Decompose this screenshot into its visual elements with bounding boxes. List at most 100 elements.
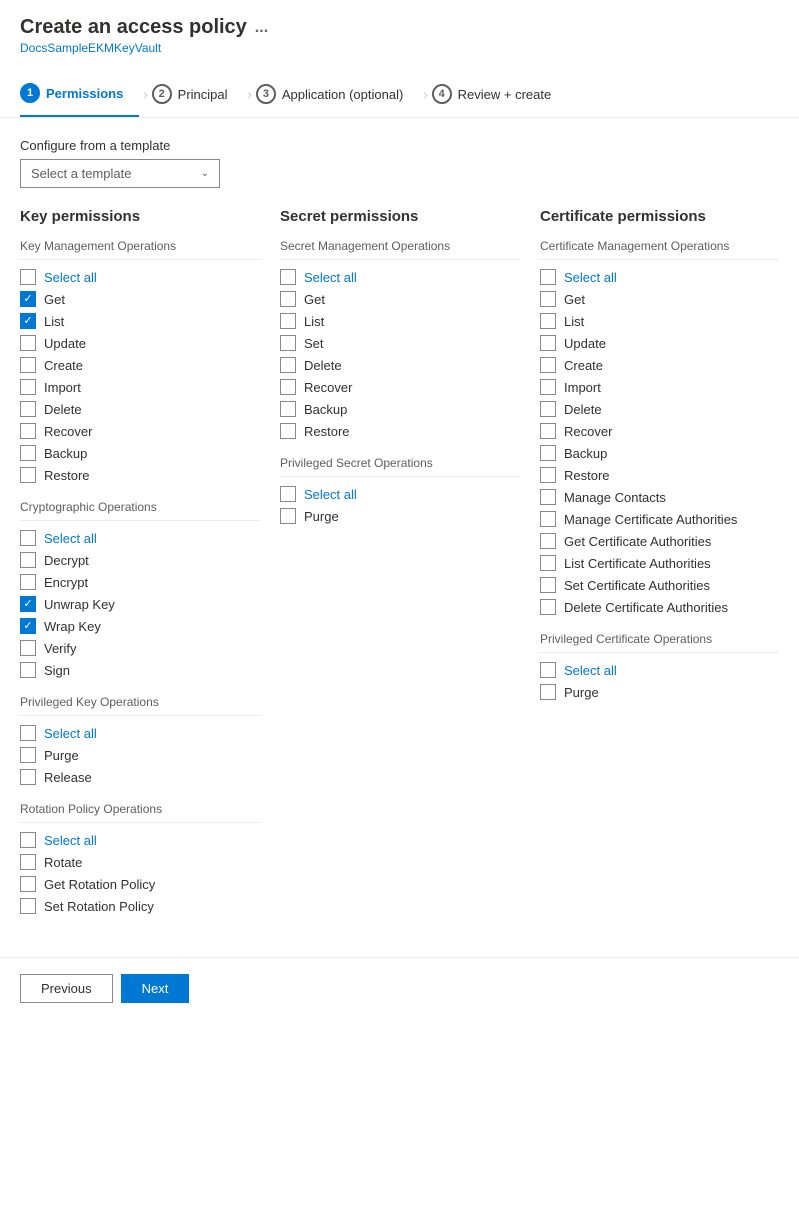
step-label-permissions: Permissions bbox=[46, 86, 123, 101]
secret-list-label[interactable]: List bbox=[304, 314, 324, 329]
key-restore-label[interactable]: Restore bbox=[44, 468, 90, 483]
footer: Previous Next bbox=[0, 957, 799, 1019]
cert-select-all-label[interactable]: Select all bbox=[564, 270, 617, 285]
step-label-review: Review + create bbox=[458, 87, 552, 102]
next-button[interactable]: Next bbox=[121, 974, 190, 1003]
cert-backup-row: Backup bbox=[540, 442, 779, 464]
previous-button[interactable]: Previous bbox=[20, 974, 113, 1003]
secret-select-all-row: Select all bbox=[280, 266, 520, 288]
secret-recover-row: Recover bbox=[280, 376, 520, 398]
crypto-select-all-label[interactable]: Select all bbox=[44, 531, 97, 546]
crypto-ops-title: Cryptographic Operations bbox=[20, 500, 260, 514]
cert-delete-row: Delete bbox=[540, 398, 779, 420]
key-create-label[interactable]: Create bbox=[44, 358, 83, 373]
secret-backup-row: Backup bbox=[280, 398, 520, 420]
page-title: Create an access policy bbox=[20, 16, 247, 39]
wizard-step-application[interactable]: 3 Application (optional) bbox=[256, 72, 419, 116]
cert-set-ca-label[interactable]: Set Certificate Authorities bbox=[564, 578, 710, 593]
cert-manage-ca-label[interactable]: Manage Certificate Authorities bbox=[564, 512, 737, 527]
key-get-label[interactable]: Get bbox=[44, 292, 65, 307]
priv-key-select-all-row: Select all bbox=[20, 722, 260, 744]
cert-get-ca-label[interactable]: Get Certificate Authorities bbox=[564, 534, 711, 549]
secret-get-row: Get bbox=[280, 288, 520, 310]
cert-update-label[interactable]: Update bbox=[564, 336, 606, 351]
priv-cert-select-all-label[interactable]: Select all bbox=[564, 663, 617, 678]
secret-set-row: Set bbox=[280, 332, 520, 354]
cert-backup-label[interactable]: Backup bbox=[564, 446, 607, 461]
template-label: Configure from a template bbox=[20, 138, 779, 153]
cert-list-ca-label[interactable]: List Certificate Authorities bbox=[564, 556, 711, 571]
secret-set-label[interactable]: Set bbox=[304, 336, 324, 351]
key-update-row: Update bbox=[20, 332, 260, 354]
cert-manage-contacts-label[interactable]: Manage Contacts bbox=[564, 490, 666, 505]
priv-key-release-label[interactable]: Release bbox=[44, 770, 92, 785]
cert-create-label[interactable]: Create bbox=[564, 358, 603, 373]
cert-restore-row: Restore bbox=[540, 464, 779, 486]
crypto-unwrapkey-row: Unwrap Key bbox=[20, 593, 260, 615]
rotation-rotate-label[interactable]: Rotate bbox=[44, 855, 82, 870]
wizard-nav: 1 Permissions › 2 Principal › 3 Applicat… bbox=[0, 71, 799, 118]
key-import-row: Import bbox=[20, 376, 260, 398]
key-update-label[interactable]: Update bbox=[44, 336, 86, 351]
key-list-label[interactable]: List bbox=[44, 314, 64, 329]
rotation-set-label[interactable]: Set Rotation Policy bbox=[44, 899, 154, 914]
priv-secret-select-all-row: Select all bbox=[280, 483, 520, 505]
priv-key-purge-label[interactable]: Purge bbox=[44, 748, 79, 763]
cert-delete-label[interactable]: Delete bbox=[564, 402, 602, 417]
cert-manage-contacts-row: Manage Contacts bbox=[540, 486, 779, 508]
cert-delete-ca-label[interactable]: Delete Certificate Authorities bbox=[564, 600, 728, 615]
secret-get-label[interactable]: Get bbox=[304, 292, 325, 307]
rotation-select-all-label[interactable]: Select all bbox=[44, 833, 97, 848]
wizard-step-review[interactable]: 4 Review + create bbox=[432, 72, 568, 116]
step-circle-4: 4 bbox=[432, 84, 452, 104]
priv-secret-purge-label[interactable]: Purge bbox=[304, 509, 339, 524]
crypto-unwrapkey-label[interactable]: Unwrap Key bbox=[44, 597, 115, 612]
priv-key-release-row: Release bbox=[20, 766, 260, 788]
wizard-step-principal[interactable]: 2 Principal bbox=[152, 72, 244, 116]
crypto-verify-row: Verify bbox=[20, 637, 260, 659]
step-sep-1: › bbox=[143, 87, 147, 102]
crypto-encrypt-row: Encrypt bbox=[20, 571, 260, 593]
cert-list-row: List bbox=[540, 310, 779, 332]
secret-select-all-label[interactable]: Select all bbox=[304, 270, 357, 285]
crypto-sign-label[interactable]: Sign bbox=[44, 663, 70, 678]
crypto-encrypt-label[interactable]: Encrypt bbox=[44, 575, 88, 590]
cert-restore-label[interactable]: Restore bbox=[564, 468, 610, 483]
cert-list-label[interactable]: List bbox=[564, 314, 584, 329]
secret-delete-row: Delete bbox=[280, 354, 520, 376]
cert-import-label[interactable]: Import bbox=[564, 380, 601, 395]
template-dropdown[interactable]: Select a template ⌄ bbox=[20, 159, 220, 188]
priv-cert-ops-title: Privileged Certificate Operations bbox=[540, 632, 779, 646]
cert-list-ca-row: List Certificate Authorities bbox=[540, 552, 779, 574]
rotation-get-label[interactable]: Get Rotation Policy bbox=[44, 877, 155, 892]
key-recover-label[interactable]: Recover bbox=[44, 424, 92, 439]
secret-recover-label[interactable]: Recover bbox=[304, 380, 352, 395]
secret-backup-label[interactable]: Backup bbox=[304, 402, 347, 417]
secret-delete-label[interactable]: Delete bbox=[304, 358, 342, 373]
key-import-label[interactable]: Import bbox=[44, 380, 81, 395]
crypto-wrapkey-label[interactable]: Wrap Key bbox=[44, 619, 101, 634]
certificate-permissions-title: Certificate permissions bbox=[540, 208, 779, 225]
key-mgmt-select-all-row: Select all bbox=[20, 266, 260, 288]
cert-get-label[interactable]: Get bbox=[564, 292, 585, 307]
crypto-decrypt-label[interactable]: Decrypt bbox=[44, 553, 89, 568]
cert-get-ca-row: Get Certificate Authorities bbox=[540, 530, 779, 552]
crypto-verify-label[interactable]: Verify bbox=[44, 641, 77, 656]
cert-recover-label[interactable]: Recover bbox=[564, 424, 612, 439]
template-placeholder: Select a template bbox=[31, 166, 131, 181]
priv-secret-select-all-label[interactable]: Select all bbox=[304, 487, 357, 502]
key-mgmt-select-all-label[interactable]: Select all bbox=[44, 270, 97, 285]
step-circle-2: 2 bbox=[152, 84, 172, 104]
secret-restore-label[interactable]: Restore bbox=[304, 424, 350, 439]
priv-key-select-all-label[interactable]: Select all bbox=[44, 726, 97, 741]
key-delete-label[interactable]: Delete bbox=[44, 402, 82, 417]
priv-cert-purge-label[interactable]: Purge bbox=[564, 685, 599, 700]
secret-list-row: List bbox=[280, 310, 520, 332]
key-get-row: Get bbox=[20, 288, 260, 310]
key-backup-label[interactable]: Backup bbox=[44, 446, 87, 461]
key-mgmt-select-all-cb[interactable] bbox=[20, 269, 36, 285]
wizard-step-permissions[interactable]: 1 Permissions bbox=[20, 71, 139, 117]
key-delete-row: Delete bbox=[20, 398, 260, 420]
rotation-set-row: Set Rotation Policy bbox=[20, 895, 260, 917]
secret-permissions-column: Secret permissions Secret Management Ope… bbox=[280, 208, 520, 917]
